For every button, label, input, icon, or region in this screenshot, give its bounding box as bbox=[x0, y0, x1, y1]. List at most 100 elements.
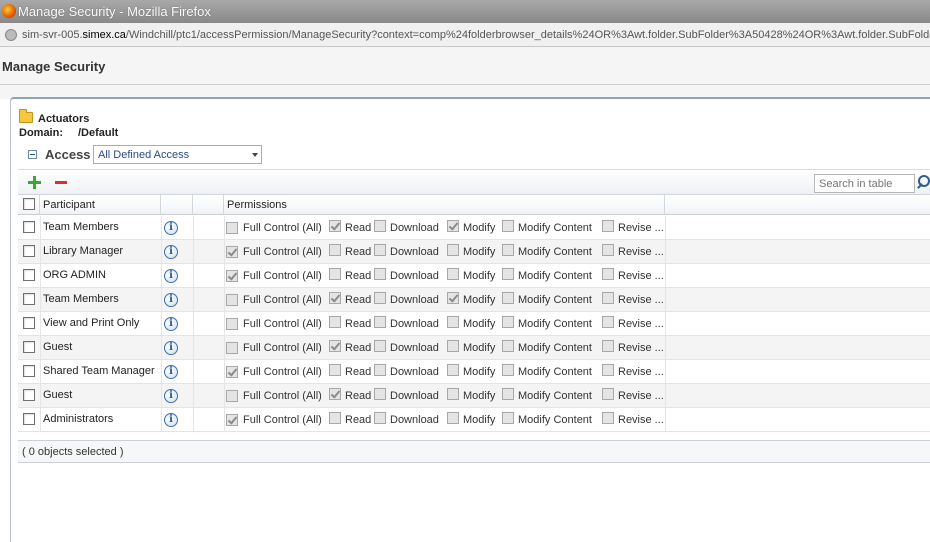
table-search-input[interactable] bbox=[814, 174, 915, 193]
permission-checkbox[interactable] bbox=[374, 292, 386, 304]
header-permissions[interactable]: Permissions bbox=[224, 195, 665, 215]
permission-checkbox[interactable] bbox=[226, 342, 238, 354]
permission-checkbox[interactable] bbox=[502, 292, 514, 304]
permission-checkbox[interactable] bbox=[329, 268, 341, 280]
permission-checkbox[interactable] bbox=[447, 388, 459, 400]
table-row[interactable]: ORG ADMIN i Full Control (All) Read Download… bbox=[18, 264, 930, 288]
participant-name[interactable]: Administrators bbox=[43, 413, 113, 425]
participant-name[interactable]: Library Manager bbox=[43, 245, 123, 257]
participant-name[interactable]: Guest bbox=[43, 341, 72, 353]
info-icon[interactable]: i bbox=[164, 389, 178, 403]
permission-checkbox[interactable] bbox=[374, 220, 386, 232]
info-icon[interactable]: i bbox=[164, 221, 178, 235]
info-icon[interactable]: i bbox=[164, 365, 178, 379]
row-select-checkbox[interactable] bbox=[23, 389, 35, 401]
permission-checkbox[interactable] bbox=[374, 244, 386, 256]
table-row[interactable]: Library Manager i Full Control (All) Read Do… bbox=[18, 240, 930, 264]
permission-checkbox[interactable] bbox=[329, 388, 341, 400]
permission-checkbox[interactable] bbox=[447, 292, 459, 304]
table-row[interactable]: View and Print Only i Full Control (All) Re… bbox=[18, 312, 930, 336]
info-icon[interactable]: i bbox=[164, 245, 178, 259]
permission-checkbox[interactable] bbox=[447, 364, 459, 376]
permission-checkbox[interactable] bbox=[602, 364, 614, 376]
participant-name[interactable]: Team Members bbox=[43, 221, 119, 233]
access-filter-select[interactable]: All Defined Access bbox=[93, 145, 262, 164]
row-select-checkbox[interactable] bbox=[23, 365, 35, 377]
permission-checkbox[interactable] bbox=[502, 364, 514, 376]
permission-checkbox[interactable] bbox=[502, 220, 514, 232]
row-select-checkbox[interactable] bbox=[23, 245, 35, 257]
permission-checkbox[interactable] bbox=[226, 270, 238, 282]
permission-checkbox[interactable] bbox=[329, 364, 341, 376]
permission-checkbox[interactable] bbox=[226, 222, 238, 234]
permission-checkbox[interactable] bbox=[329, 412, 341, 424]
permission-checkbox[interactable] bbox=[374, 340, 386, 352]
permission-checkbox[interactable] bbox=[329, 316, 341, 328]
permission-checkbox[interactable] bbox=[226, 414, 238, 426]
row-select-checkbox[interactable] bbox=[23, 413, 35, 425]
row-select-checkbox[interactable] bbox=[23, 269, 35, 281]
permission-checkbox[interactable] bbox=[447, 340, 459, 352]
permission-checkbox[interactable] bbox=[226, 294, 238, 306]
table-row[interactable]: Shared Team Manager i Full Control (All) Re… bbox=[18, 360, 930, 384]
permission-checkbox[interactable] bbox=[374, 316, 386, 328]
permission-checkbox[interactable] bbox=[502, 388, 514, 400]
permission-checkbox[interactable] bbox=[374, 364, 386, 376]
info-icon[interactable]: i bbox=[164, 293, 178, 307]
table-row[interactable]: Guest i Full Control (All) Read Download Modi… bbox=[18, 384, 930, 408]
permission-checkbox[interactable] bbox=[226, 390, 238, 402]
collapse-icon[interactable] bbox=[28, 150, 37, 159]
permission-checkbox[interactable] bbox=[602, 292, 614, 304]
address-bar[interactable]: sim-svr-005.simex.ca/Windchill/ptc1/acce… bbox=[0, 23, 930, 47]
permission-checkbox[interactable] bbox=[374, 412, 386, 424]
permission-checkbox[interactable] bbox=[329, 244, 341, 256]
header-participant[interactable]: Participant bbox=[40, 195, 161, 215]
table-row[interactable]: Team Members i Full Control (All) Read Downl… bbox=[18, 288, 930, 312]
participant-name[interactable]: ORG ADMIN bbox=[43, 269, 106, 281]
permission-checkbox[interactable] bbox=[447, 244, 459, 256]
permission-checkbox[interactable] bbox=[502, 316, 514, 328]
row-select-checkbox[interactable] bbox=[23, 293, 35, 305]
add-icon[interactable] bbox=[28, 176, 41, 189]
select-all-checkbox[interactable] bbox=[23, 198, 35, 210]
row-select-checkbox[interactable] bbox=[23, 317, 35, 329]
permission-checkbox[interactable] bbox=[329, 220, 341, 232]
permission-checkbox[interactable] bbox=[374, 268, 386, 280]
permission-checkbox[interactable] bbox=[329, 292, 341, 304]
participant-name[interactable]: Guest bbox=[43, 389, 72, 401]
search-icon[interactable] bbox=[916, 174, 930, 192]
permission-checkbox[interactable] bbox=[602, 268, 614, 280]
permission-checkbox[interactable] bbox=[602, 340, 614, 352]
info-icon[interactable]: i bbox=[164, 413, 178, 427]
remove-icon[interactable] bbox=[55, 181, 67, 184]
participant-name[interactable]: Team Members bbox=[43, 293, 119, 305]
permission-checkbox[interactable] bbox=[502, 244, 514, 256]
permission-checkbox[interactable] bbox=[602, 220, 614, 232]
permission-checkbox[interactable] bbox=[329, 340, 341, 352]
table-row[interactable]: Guest i Full Control (All) Read Download Modi… bbox=[18, 336, 930, 360]
info-icon[interactable]: i bbox=[164, 269, 178, 283]
permission-checkbox[interactable] bbox=[447, 220, 459, 232]
row-select-checkbox[interactable] bbox=[23, 221, 35, 233]
permission-checkbox[interactable] bbox=[447, 316, 459, 328]
permission-checkbox[interactable] bbox=[226, 318, 238, 330]
permission-checkbox[interactable] bbox=[502, 340, 514, 352]
row-select-checkbox[interactable] bbox=[23, 341, 35, 353]
table-row[interactable]: Team Members i Full Control (All) Read Downl… bbox=[18, 216, 930, 240]
participant-name[interactable]: View and Print Only bbox=[43, 317, 139, 329]
permission-checkbox[interactable] bbox=[602, 244, 614, 256]
permission-checkbox[interactable] bbox=[447, 412, 459, 424]
permission-checkbox[interactable] bbox=[226, 246, 238, 258]
permission-checkbox[interactable] bbox=[502, 268, 514, 280]
info-icon[interactable]: i bbox=[164, 341, 178, 355]
permission-checkbox[interactable] bbox=[374, 388, 386, 400]
permission-checkbox[interactable] bbox=[447, 268, 459, 280]
permission-checkbox[interactable] bbox=[602, 388, 614, 400]
table-row[interactable]: Administrators i Full Control (All) Read Dow… bbox=[18, 408, 930, 432]
permission-checkbox[interactable] bbox=[602, 316, 614, 328]
info-icon[interactable]: i bbox=[164, 317, 178, 331]
site-identity-icon[interactable] bbox=[5, 29, 17, 41]
participant-name[interactable]: Shared Team Manager bbox=[43, 365, 155, 377]
permission-checkbox[interactable] bbox=[502, 412, 514, 424]
permission-checkbox[interactable] bbox=[602, 412, 614, 424]
